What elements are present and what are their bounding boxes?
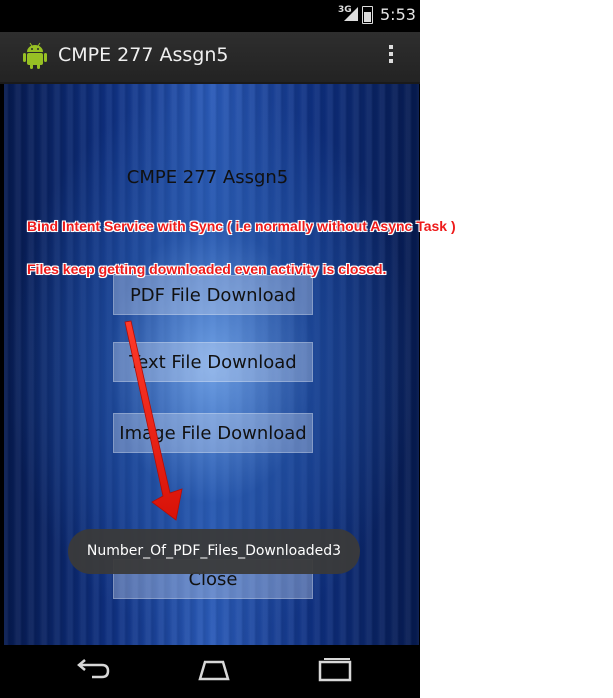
- recent-apps-icon[interactable]: [315, 655, 355, 685]
- toast-message: Number_Of_PDF_Files_Downloaded3: [68, 529, 360, 574]
- annotation-text-1: Bind Intent Service with Sync ( i.e norm…: [27, 218, 456, 234]
- app-title: CMPE 277 Assgn5: [58, 44, 229, 66]
- annotation-text-2: Files keep getting downloaded even activ…: [27, 261, 387, 277]
- back-icon[interactable]: [72, 655, 112, 685]
- battery-icon: [362, 6, 373, 24]
- phone-screen: 3G 5:53 CMPE 277 Assgn5 CMPE 277 Assgn5 …: [0, 0, 420, 698]
- android-icon: [23, 42, 47, 69]
- pdf-download-button[interactable]: PDF File Download: [113, 275, 313, 315]
- content-title: CMPE 277 Assgn5: [126, 167, 289, 188]
- image-download-button[interactable]: Image File Download: [113, 413, 313, 453]
- clock: 5:53: [380, 5, 416, 24]
- status-bar: 3G 5:53: [0, 0, 420, 32]
- signal-icon: [344, 7, 358, 21]
- overflow-menu-icon[interactable]: [384, 42, 398, 70]
- text-download-button[interactable]: Text File Download: [113, 342, 313, 382]
- home-icon[interactable]: [194, 655, 234, 685]
